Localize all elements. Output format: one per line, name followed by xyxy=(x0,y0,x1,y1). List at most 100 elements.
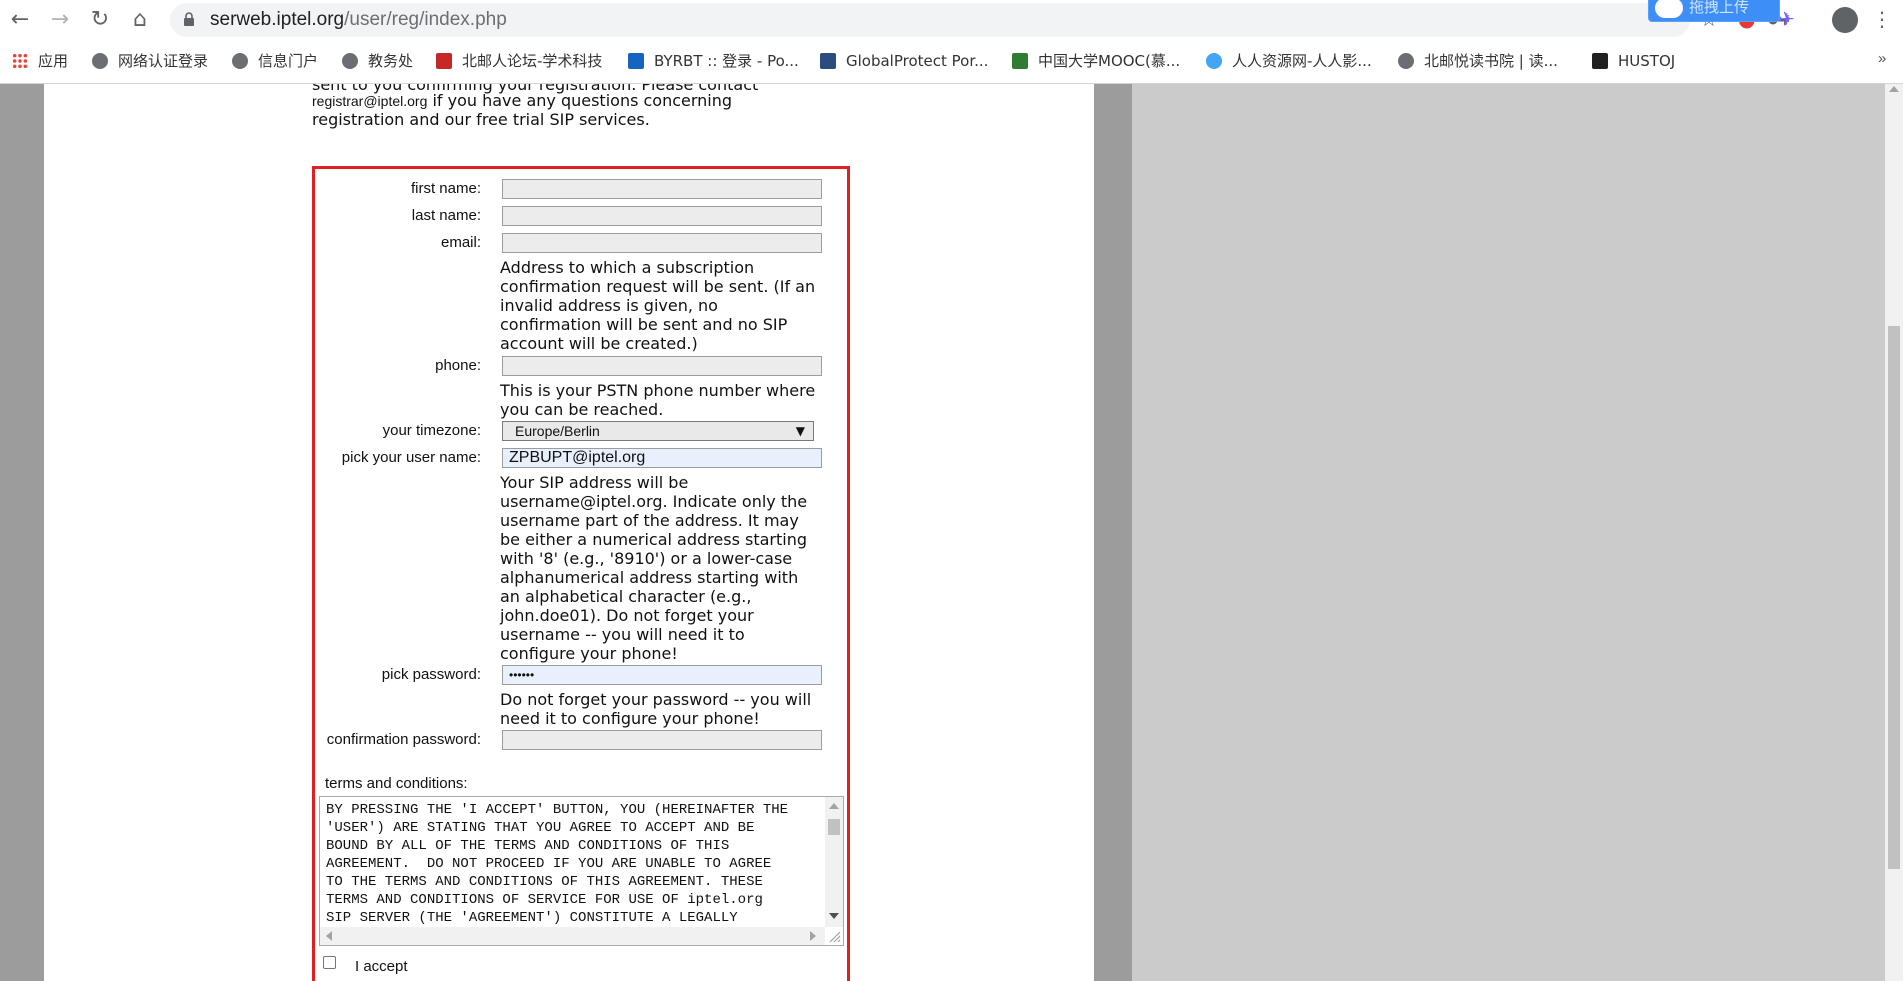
bookmark-item[interactable]: 北邮悦读书院 | 读... xyxy=(1398,50,1558,72)
globe-icon xyxy=(232,53,248,69)
terms-label: terms and conditions: xyxy=(325,775,468,792)
bookmark-label: BYRBT :: 登录 - Po... xyxy=(654,52,799,70)
url-text: serweb.iptel.org/user/reg/index.php xyxy=(210,9,507,31)
username-field[interactable]: ZPBUPT@iptel.org xyxy=(502,448,822,468)
bookmark-label: 中国大学MOOC(慕... xyxy=(1038,52,1181,70)
terms-horizontal-scrollbar[interactable] xyxy=(320,927,825,945)
bookmark-label: HUSTOJ xyxy=(1618,52,1676,70)
upload-badge[interactable]: 拖拽上传 xyxy=(1648,0,1780,22)
intro-text: if you have any questions concerning xyxy=(427,91,733,110)
apps-grid-icon xyxy=(12,53,28,69)
bookmark-item[interactable]: BYRBT :: 登录 - Po... xyxy=(628,50,799,72)
terms-vertical-scrollbar[interactable] xyxy=(825,797,843,927)
bookmark-label: 北邮人论坛-学术科技 xyxy=(462,52,603,70)
bookmark-item[interactable]: 中国大学MOOC(慕... xyxy=(1012,50,1180,72)
last-name-label: last name: xyxy=(411,207,481,224)
bookmark-apps[interactable]: 应用 xyxy=(12,50,68,72)
browser-chrome: ← → ↻ ⌂ serweb.iptel.org/user/reg/index.… xyxy=(0,0,1903,84)
bookmark-label: 教务处 xyxy=(368,52,414,70)
content-column: sent to you confirming your registration… xyxy=(44,84,1094,981)
bookmark-label: 北邮悦读书院 | 读... xyxy=(1424,52,1558,70)
avatar-icon[interactable] xyxy=(1832,7,1858,33)
password-field[interactable]: •••••• xyxy=(502,665,822,685)
home-icon[interactable]: ⌂ xyxy=(126,6,154,34)
extension-bird-icon[interactable]: ✈ xyxy=(1778,7,1795,31)
url-host: serweb.iptel.org xyxy=(210,9,345,30)
scroll-up-icon[interactable] xyxy=(829,803,839,809)
intro-line: registrar@iptel.org if you have any ques… xyxy=(312,91,732,110)
url-path: /user/reg/index.php xyxy=(344,9,507,30)
butterfly-icon xyxy=(628,53,644,69)
right-gutter xyxy=(1094,84,1132,981)
timezone-label: your timezone: xyxy=(382,422,481,439)
hustoj-icon xyxy=(1592,53,1608,69)
page-viewport: sent to you confirming your registration… xyxy=(0,84,1903,981)
bookmark-label: 网络认证登录 xyxy=(118,52,209,70)
scroll-left-icon[interactable] xyxy=(326,931,332,941)
registrar-email[interactable]: registrar@iptel.org xyxy=(312,93,427,109)
scroll-right-icon[interactable] xyxy=(810,931,816,941)
butterfly-icon xyxy=(436,53,452,69)
dropdown-arrow-icon: ▼ xyxy=(795,424,805,438)
first-name-field[interactable] xyxy=(502,179,822,199)
mooc-icon xyxy=(1012,53,1028,69)
bookmark-label: 应用 xyxy=(38,52,69,70)
bookmarks-overflow-icon[interactable]: » xyxy=(1878,50,1886,67)
globe-icon xyxy=(1398,53,1414,69)
page-scroll-thumb[interactable] xyxy=(1888,326,1900,869)
bookmark-item[interactable]: 教务处 xyxy=(342,50,413,72)
username-help: Your SIP address will be username@iptel.… xyxy=(500,473,808,663)
email-label: email: xyxy=(440,234,481,251)
bookmark-item[interactable]: 信息门户 xyxy=(232,50,318,72)
upload-badge-label: 拖拽上传 xyxy=(1689,0,1750,16)
confirm-password-label: confirmation password: xyxy=(326,731,481,748)
page-scrollbar[interactable] xyxy=(1885,84,1903,981)
lock-icon xyxy=(184,12,194,26)
forward-icon[interactable]: → xyxy=(46,6,74,34)
intro-line: registration and our free trial SIP serv… xyxy=(312,110,650,129)
bookmarks-bar: 应用 网络认证登录 信息门户 教务处 北邮人论坛-学术科技 BYRBT :: 登… xyxy=(0,44,1903,78)
bookmark-item[interactable]: HUSTOJ xyxy=(1592,50,1675,72)
globalprotect-icon xyxy=(820,53,836,69)
password-label: pick password: xyxy=(381,666,481,683)
bookmark-label: 信息门户 xyxy=(258,52,319,70)
phone-help: This is your PSTN phone number where you… xyxy=(500,381,816,419)
bookmark-item[interactable]: GlobalProtect Por... xyxy=(820,50,988,72)
timezone-value: Europe/Berlin xyxy=(515,423,600,439)
email-field[interactable] xyxy=(502,233,822,253)
last-name-field[interactable] xyxy=(502,206,822,226)
scroll-down-icon[interactable] xyxy=(829,913,839,919)
address-bar[interactable]: serweb.iptel.org/user/reg/index.php xyxy=(170,3,1789,37)
page-background xyxy=(1132,84,1885,981)
timezone-select[interactable]: Europe/Berlin ▼ xyxy=(502,421,814,441)
accept-checkbox[interactable] xyxy=(323,956,336,969)
email-help: Address to which a subscription confirma… xyxy=(500,258,816,353)
bookmark-label: 人人资源网-人人影... xyxy=(1232,52,1372,70)
username-label: pick your user name: xyxy=(341,449,481,466)
terms-text: BY PRESSING THE 'I ACCEPT' BUTTON, YOU (… xyxy=(326,802,789,926)
confirm-password-field[interactable] xyxy=(502,730,822,750)
cloud-icon xyxy=(1655,0,1683,18)
phone-label: phone: xyxy=(435,357,481,374)
menu-dots-icon[interactable]: ⋮ xyxy=(1872,7,1892,31)
globe-icon xyxy=(342,53,358,69)
reload-icon[interactable]: ↻ xyxy=(86,6,114,34)
first-name-label: first name: xyxy=(410,180,481,197)
terms-scroll-thumb[interactable] xyxy=(828,819,840,835)
rr-icon xyxy=(1206,53,1222,69)
bookmark-item[interactable]: 北邮人论坛-学术科技 xyxy=(436,50,602,72)
bookmark-item[interactable]: 网络认证登录 xyxy=(92,50,208,72)
resize-grip-icon[interactable] xyxy=(827,929,841,943)
browser-toolbar: ← → ↻ ⌂ serweb.iptel.org/user/reg/index.… xyxy=(0,0,1903,40)
password-help: Do not forget your password -- you will … xyxy=(500,690,812,728)
bookmark-label: GlobalProtect Por... xyxy=(846,52,989,70)
bookmark-item[interactable]: 人人资源网-人人影... xyxy=(1206,50,1372,72)
registration-form: first name: last name: email: Address to… xyxy=(312,166,850,981)
terms-textarea[interactable]: BY PRESSING THE 'I ACCEPT' BUTTON, YOU (… xyxy=(319,796,844,946)
back-icon[interactable]: ← xyxy=(6,6,34,34)
globe-icon xyxy=(92,53,108,69)
scroll-up-icon[interactable] xyxy=(1889,86,1899,92)
phone-field[interactable] xyxy=(502,356,822,376)
left-gutter xyxy=(0,84,44,981)
accept-label: I accept xyxy=(355,958,408,975)
